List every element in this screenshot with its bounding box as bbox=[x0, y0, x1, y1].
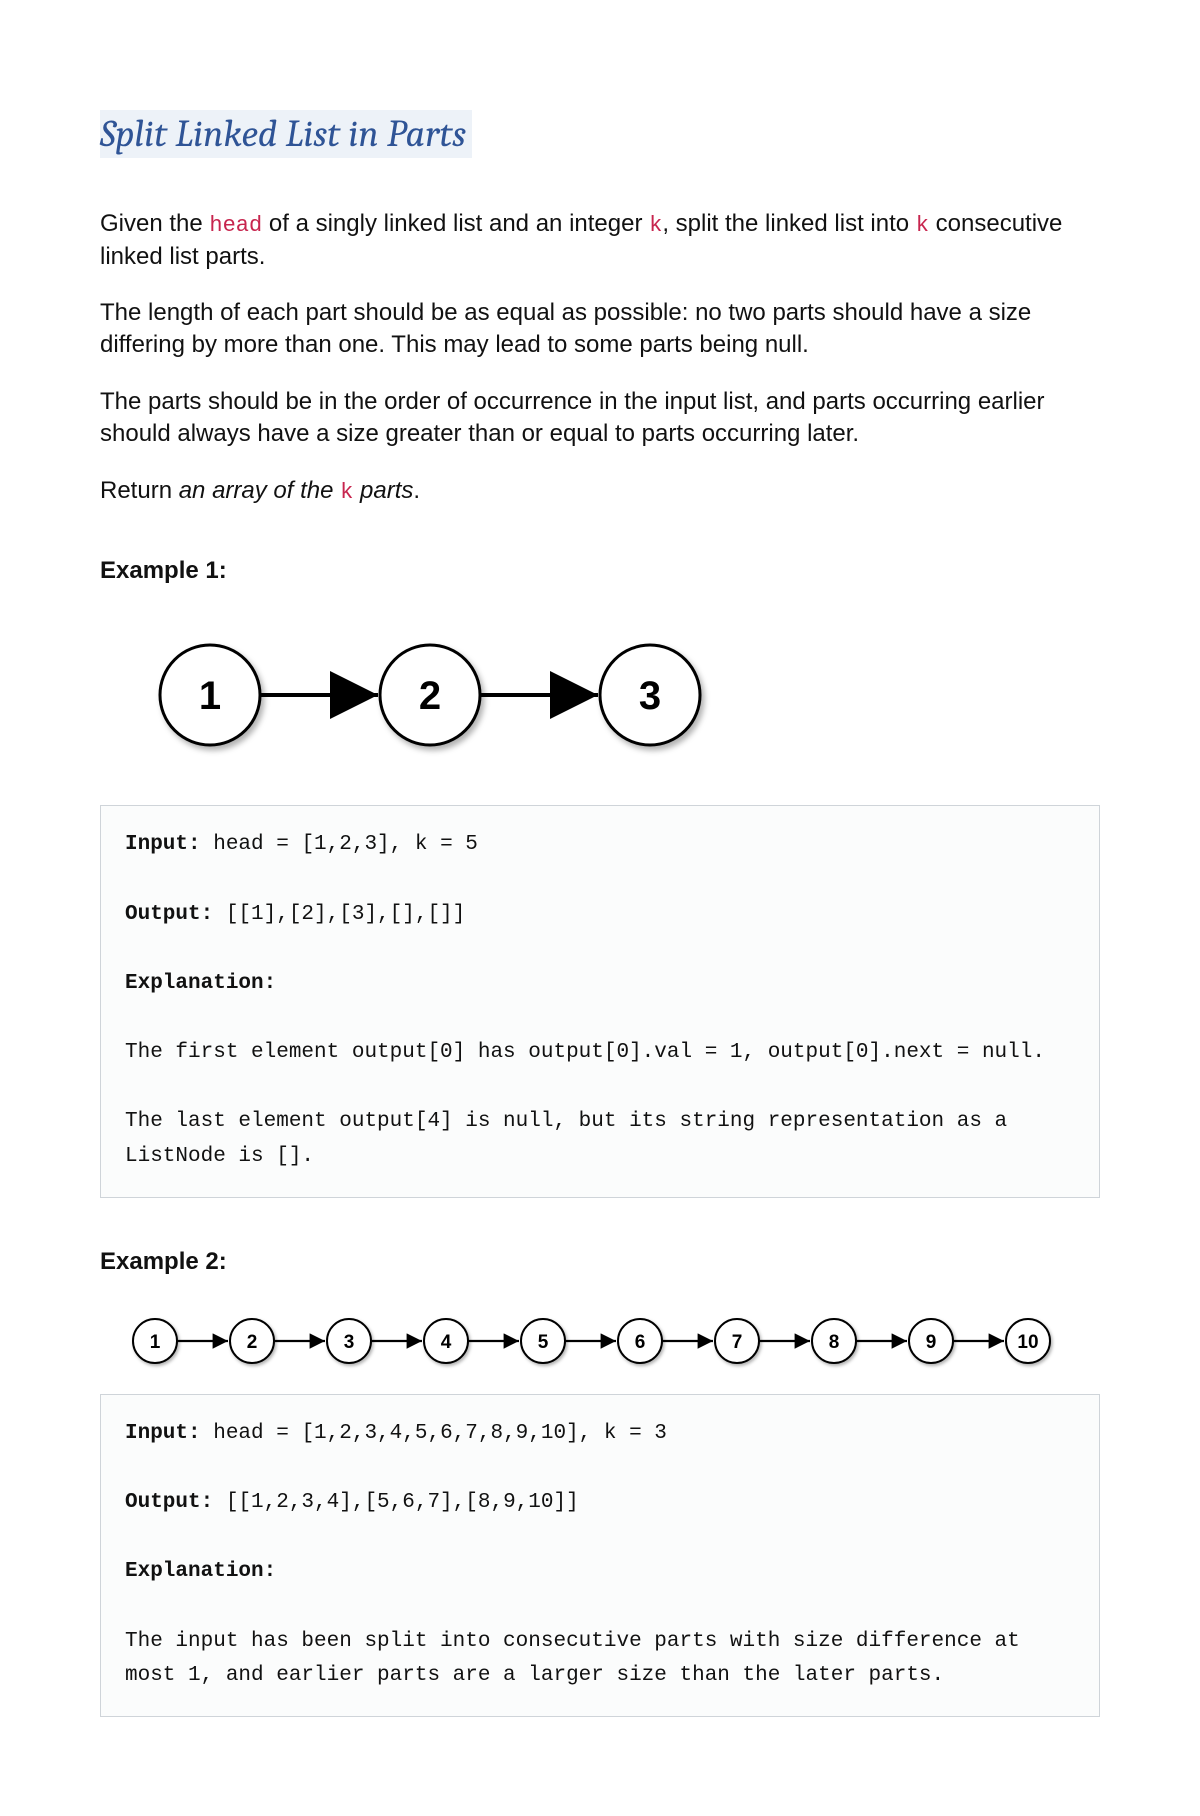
node: 5 bbox=[521, 1319, 565, 1363]
node-label: 2 bbox=[419, 674, 441, 718]
paragraph-1: Given the head of a singly linked list a… bbox=[100, 208, 1100, 273]
text: , split the linked list into bbox=[662, 210, 915, 237]
node: 10 bbox=[1006, 1319, 1050, 1363]
output-label: Output: bbox=[125, 903, 213, 926]
output-value: [[1],[2],[3],[],[]] bbox=[213, 903, 465, 926]
keyword-k: k bbox=[649, 213, 662, 238]
node: 4 bbox=[424, 1319, 468, 1363]
explanation-line: The last element output[4] is null, but … bbox=[125, 1110, 1020, 1168]
explanation-label: Explanation: bbox=[125, 1560, 276, 1583]
node-label: 9 bbox=[926, 1332, 937, 1353]
paragraph-4: Return an array of the k parts. bbox=[100, 475, 1100, 508]
keyword-k: k bbox=[340, 480, 353, 505]
keyword-k: k bbox=[916, 213, 929, 238]
node-label: 7 bbox=[732, 1332, 743, 1353]
text-italic: parts bbox=[353, 477, 413, 504]
example-2-heading: Example 2: bbox=[100, 1248, 1100, 1276]
node-label: 2 bbox=[247, 1332, 258, 1353]
page-title: Split Linked List in Parts bbox=[100, 110, 472, 158]
node: 6 bbox=[618, 1319, 662, 1363]
node: 1 bbox=[133, 1319, 177, 1363]
node: 9 bbox=[909, 1319, 953, 1363]
node: 8 bbox=[812, 1319, 856, 1363]
explanation-line: The first element output[0] has output[0… bbox=[125, 1041, 1045, 1064]
keyword-head: head bbox=[209, 213, 262, 238]
example-1-heading: Example 1: bbox=[100, 557, 1100, 585]
node-label: 1 bbox=[199, 674, 221, 718]
node-label: 3 bbox=[344, 1332, 355, 1353]
paragraph-2: The length of each part should be as equ… bbox=[100, 297, 1100, 362]
explanation-label: Explanation: bbox=[125, 972, 276, 995]
linked-list-diagram-1: 1 2 3 bbox=[100, 615, 800, 775]
node-label: 4 bbox=[441, 1332, 452, 1353]
paragraph-3: The parts should be in the order of occu… bbox=[100, 386, 1100, 451]
explanation-line: The input has been split into consecutiv… bbox=[125, 1630, 1032, 1688]
document-page: Split Linked List in Parts Given the hea… bbox=[0, 0, 1200, 1816]
node: 7 bbox=[715, 1319, 759, 1363]
text: Return bbox=[100, 477, 179, 504]
input-value: head = [1,2,3], k = 5 bbox=[201, 833, 478, 856]
input-label: Input: bbox=[125, 833, 201, 856]
input-label: Input: bbox=[125, 1422, 201, 1445]
text-italic: an array of the bbox=[179, 477, 340, 504]
linked-list-diagram-2: 1 2 3 4 5 6 7 8 9 10 bbox=[100, 1306, 1100, 1376]
node-label: 1 bbox=[150, 1332, 161, 1353]
node-label: 3 bbox=[639, 674, 661, 718]
text: Given the bbox=[100, 210, 209, 237]
text: . bbox=[413, 477, 420, 504]
text: of a singly linked list and an integer bbox=[262, 210, 649, 237]
node: 3 bbox=[327, 1319, 371, 1363]
output-label: Output: bbox=[125, 1491, 213, 1514]
node-label: 6 bbox=[635, 1332, 646, 1353]
example-2-codebox: Input: head = [1,2,3,4,5,6,7,8,9,10], k … bbox=[100, 1394, 1100, 1717]
output-value: [[1,2,3,4],[5,6,7],[8,9,10]] bbox=[213, 1491, 578, 1514]
example-2-diagram: 1 2 3 4 5 6 7 8 9 10 bbox=[100, 1306, 1100, 1376]
node-label: 8 bbox=[829, 1332, 840, 1353]
example-1-codebox: Input: head = [1,2,3], k = 5 Output: [[1… bbox=[100, 805, 1100, 1197]
example-1-diagram: 1 2 3 bbox=[100, 615, 1100, 775]
node-label: 5 bbox=[538, 1332, 549, 1353]
input-value: head = [1,2,3,4,5,6,7,8,9,10], k = 3 bbox=[201, 1422, 667, 1445]
node: 2 bbox=[230, 1319, 274, 1363]
node-label: 10 bbox=[1017, 1332, 1038, 1353]
